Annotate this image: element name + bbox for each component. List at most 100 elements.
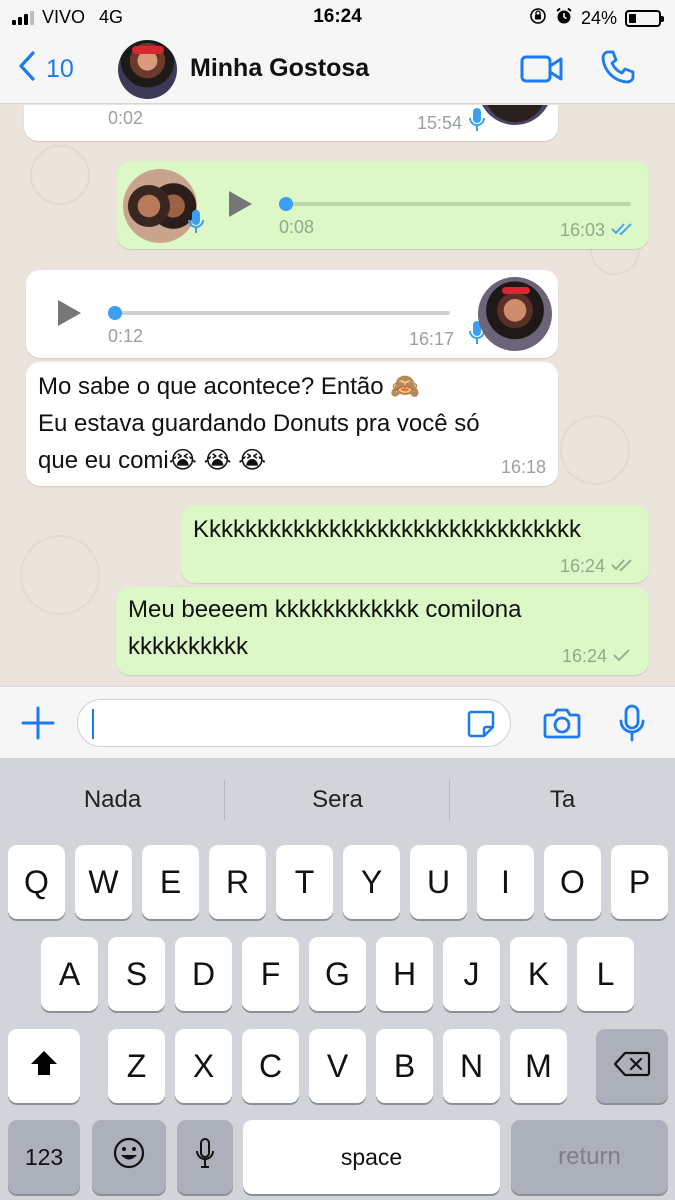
battery-icon [625,10,664,27]
key-p[interactable]: P [611,845,668,919]
key-l[interactable]: L [577,937,634,1011]
contact-avatar[interactable] [118,40,177,99]
status-right: 24% [529,7,664,30]
key-g[interactable]: G [309,937,366,1011]
voice-duration: 0:12 [108,326,144,346]
message-time: 15:54 [416,113,462,133]
message-line: Mo sabe o que acontece? Então 🙈 [38,373,421,400]
key-e[interactable]: E [142,845,199,919]
key-r[interactable]: R [209,845,266,919]
key-q[interactable]: Q [8,845,65,919]
video-camera-icon[interactable] [520,54,564,89]
message-time: 16:24 [561,646,607,666]
voice-progress-track[interactable] [281,202,631,206]
key-f[interactable]: F [242,937,299,1011]
chevron-left-icon [18,51,36,88]
message-bubble[interactable]: Kkkkkkkkkkkkkkkkkkkkkkkkkkkkkkkk 16:24 [181,505,649,583]
camera-icon[interactable] [543,707,581,744]
voice-duration: 0:02 [108,108,144,128]
emoji-icon [112,1136,146,1178]
voice-avatar [478,105,552,125]
message-bubble[interactable]: Meu beeeem kkkkkkkkkkkk comilona kkkkkkk… [116,587,649,675]
return-key[interactable]: return [511,1120,668,1194]
voice-progress-knob[interactable] [108,306,122,320]
emoji-key[interactable] [92,1120,166,1194]
space-key[interactable]: space [243,1120,500,1194]
backspace-icon [613,1048,651,1085]
key-a[interactable]: A [41,937,98,1011]
message-meta: 16:17 [409,329,454,350]
message-time: 16:18 [500,457,546,477]
dictation-key[interactable] [177,1120,233,1194]
key-z[interactable]: Z [108,1029,165,1103]
single-check-icon [613,646,631,667]
message-input[interactable] [77,699,511,747]
text-caret [92,709,94,739]
message-bubble[interactable]: 0:12 16:17 [26,270,558,358]
keyboard: Nada Sera Ta Q W E R T Y U I O P A S D F… [0,758,675,1200]
chat-header: 10 Minha Gostosa [0,34,675,104]
key-u[interactable]: U [410,845,467,919]
key-x[interactable]: X [175,1029,232,1103]
rotation-lock-icon [529,7,547,30]
message-text: Kkkkkkkkkkkkkkkkkkkkkkkkkkkkkkkk [193,511,581,548]
key-j[interactable]: J [443,937,500,1011]
backspace-key[interactable] [596,1029,668,1103]
back-count: 10 [46,55,74,83]
battery-percent: 24% [580,8,617,28]
message-text: Meu beeeem kkkkkkkkkkkk comilona kkkkkkk… [128,591,521,665]
key-m[interactable]: M [510,1029,567,1103]
double-check-icon [611,556,635,577]
key-w[interactable]: W [75,845,132,919]
microphone-icon [468,107,486,138]
message-time: 16:24 [559,556,605,576]
key-d[interactable]: D [175,937,232,1011]
sticker-icon[interactable] [466,709,496,744]
message-meta: 16:24 [560,556,635,577]
message-line: Eu estava guardando Donuts pra você só [38,410,480,437]
voice-progress-knob[interactable] [279,197,293,211]
key-b[interactable]: B [376,1029,433,1103]
message-line: Meu beeeem kkkkkkkkkkkk comilona [128,596,522,623]
plus-icon[interactable] [20,705,56,746]
alarm-icon [555,7,573,30]
voice-avatar [123,169,197,243]
play-button[interactable] [58,300,81,326]
key-k[interactable]: K [510,937,567,1011]
suggestion-1[interactable]: Nada [0,786,225,814]
back-button[interactable]: 10 [18,51,74,88]
message-text: Mo sabe o que acontece? Então 🙈 Eu estav… [38,368,480,479]
key-t[interactable]: T [276,845,333,919]
message-bubble[interactable]: 0:02 15:54 [24,105,558,141]
message-meta: 15:54 [417,113,462,134]
play-button[interactable] [229,191,252,217]
key-v[interactable]: V [309,1029,366,1103]
key-n[interactable]: N [443,1029,500,1103]
contact-name[interactable]: Minha Gostosa [190,54,369,83]
voice-duration: 0:08 [279,217,315,237]
message-meta: 16:18 [501,457,546,478]
key-s[interactable]: S [108,937,165,1011]
suggestion-2[interactable]: Sera [225,786,450,814]
message-bubble[interactable]: 0:08 16:03 [117,161,649,249]
phone-icon[interactable] [600,49,636,90]
message-meta: 16:03 [560,220,635,241]
key-c[interactable]: C [242,1029,299,1103]
numbers-key[interactable]: 123 [8,1120,80,1194]
chat-area[interactable]: 0:02 15:54 0:08 16:03 0:12 16:17 Mo sabe… [0,105,675,686]
status-bar: VIVO 4G 16:24 24% [0,0,675,34]
microphone-icon[interactable] [618,704,646,747]
shift-key[interactable] [8,1029,80,1103]
key-i[interactable]: I [477,845,534,919]
message-time: 16:03 [559,220,605,240]
message-bubble[interactable]: Mo sabe o que acontece? Então 🙈 Eu estav… [26,362,558,486]
key-y[interactable]: Y [343,845,400,919]
key-h[interactable]: H [376,937,433,1011]
suggestion-3[interactable]: Ta [450,786,675,814]
key-o[interactable]: O [544,845,601,919]
message-time: 16:17 [408,329,454,349]
microphone-icon [195,1137,215,1177]
microphone-icon [187,209,205,240]
message-line: Kkkkkkkkkkkkkkkkkkkkkkkkkkkkkkkk [193,516,582,543]
voice-progress-track[interactable] [110,311,450,315]
